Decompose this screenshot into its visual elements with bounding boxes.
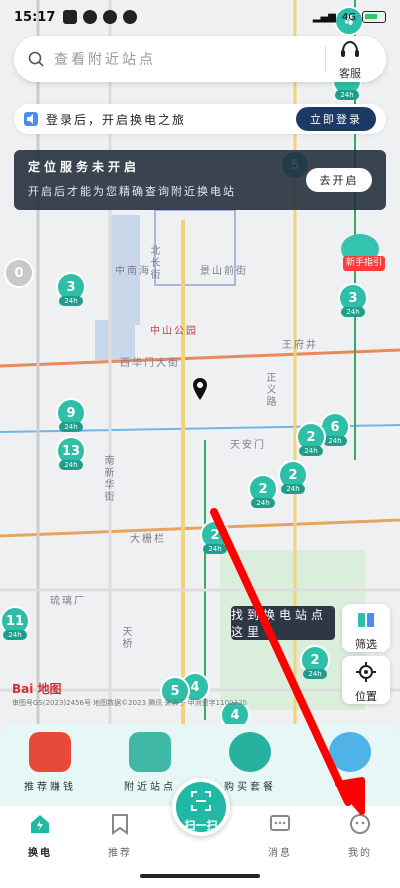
station-tag: 24h: [299, 446, 323, 456]
status-bar: 15:17 ▂▄▆ 4G: [0, 0, 400, 34]
station-tag: 24h: [251, 498, 275, 508]
map-label: 琉璃厂: [50, 596, 86, 607]
station-tag: 24h: [203, 544, 227, 554]
bookmark-icon: [112, 814, 128, 835]
scan-label: 扫一扫: [184, 819, 218, 832]
locate-button[interactable]: 位置: [342, 656, 390, 704]
search-placeholder: 查看附近站点: [54, 52, 156, 68]
station-marker[interactable]: 2 24h: [248, 474, 278, 510]
map-label: 天桥: [120, 626, 131, 650]
map-label: 景山前街: [200, 266, 248, 277]
station-marker[interactable]: 2 24h: [296, 422, 326, 458]
station-tag: 24h: [59, 422, 83, 432]
newbie-guide-badge[interactable]: 新手指引: [333, 234, 385, 272]
station-marker[interactable]: 2 24h: [278, 460, 308, 496]
map-label: 南新华街: [102, 455, 113, 503]
search-divider: [325, 46, 326, 72]
notification-icons: [63, 10, 138, 24]
station-tag: 24h: [59, 296, 83, 306]
station-marker[interactable]: 3 24h: [338, 283, 368, 319]
battery-icon: [362, 11, 386, 23]
search-bar[interactable]: 查看附近站点 客服: [14, 36, 386, 82]
station-tag: 24h: [341, 307, 365, 317]
filter-button[interactable]: 筛选: [342, 604, 390, 652]
home-icon: [31, 815, 49, 833]
map-copyright: 审图号GS(2023)2456号 地图数据©2023 腾讯 来源于 甲测资字11…: [12, 699, 247, 707]
home-indicator: [140, 874, 260, 878]
customer-service-button[interactable]: 客服: [330, 39, 370, 81]
network-label: 4G: [341, 11, 356, 23]
baidu-logo: Bai 地图: [12, 682, 62, 696]
location-pin-icon: [193, 378, 207, 400]
login-banner-text: 登录后，开启换电之旅: [46, 112, 187, 127]
map-label: 正义路: [264, 372, 275, 408]
station-tag: 24h: [323, 436, 347, 446]
road-chang-an: [0, 348, 400, 368]
station-tag: 24h: [3, 630, 27, 640]
station-marker[interactable]: 11 24h: [0, 606, 30, 642]
station-marker[interactable]: 2 24h: [200, 520, 230, 556]
station-tooltip: 找到换电站点这里: [231, 606, 335, 640]
mascot-icon: [229, 732, 271, 772]
nav-profile[interactable]: 我的: [320, 806, 400, 888]
guide-label: 新手指引: [343, 256, 385, 271]
station-marker[interactable]: 13 24h: [56, 436, 86, 472]
enable-location-button[interactable]: 去开启: [306, 168, 372, 192]
login-banner: 登录后，开启换电之旅 立即登录: [14, 104, 386, 134]
map-label: 天安门: [230, 440, 266, 451]
station-marker[interactable]: 2 24h: [300, 645, 330, 681]
search-icon: [28, 51, 44, 67]
customer-service-label: 客服: [339, 67, 361, 80]
nav-swap[interactable]: 换电: [0, 806, 80, 888]
status-right: ▂▄▆ 4G: [313, 11, 386, 23]
service-label: 推荐赚钱: [24, 782, 76, 793]
scan-button[interactable]: 扫一扫: [172, 778, 230, 836]
nav-label: 我的: [348, 848, 372, 859]
chat-notify-icon: [83, 10, 98, 24]
login-now-button[interactable]: 立即登录: [296, 107, 376, 131]
signal-icon: ▂▄▆: [312, 11, 336, 23]
message-notify-icon: [63, 10, 78, 24]
map-label: 王府井: [282, 340, 318, 351]
profile-icon: [350, 814, 370, 834]
map-label: 大栅栏: [130, 534, 166, 545]
battery-station-icon: [129, 732, 171, 772]
crosshair-icon: [356, 662, 376, 682]
message-icon: [270, 815, 290, 831]
nav-label: 换电: [28, 848, 52, 859]
station-count: 0: [4, 258, 34, 288]
station-tag: 24h: [335, 90, 359, 100]
headset-mascot-icon: [329, 732, 371, 772]
nav-label: 推荐: [108, 848, 132, 859]
service-support[interactable]: [310, 732, 390, 806]
station-tag: 24h: [281, 484, 305, 494]
station-marker[interactable]: 9 24h: [56, 398, 86, 434]
station-tag: 24h: [59, 460, 83, 470]
headset-icon: [341, 40, 359, 57]
service-refer-earn[interactable]: 推荐赚钱: [10, 732, 90, 806]
map-label: 西华门大街: [120, 358, 180, 369]
battery-filter-icon: [358, 613, 374, 627]
status-time: 15:17: [14, 9, 56, 25]
speaker-icon: [24, 112, 38, 126]
station-tag: 24h: [303, 669, 327, 679]
nav-label: 消息: [268, 848, 292, 859]
red-packet-icon: [29, 732, 71, 772]
map-label: 北长街: [148, 245, 159, 281]
station-marker[interactable]: 3 24h: [56, 272, 86, 308]
app-notify-icon: [103, 10, 118, 24]
map-label: 中山公园: [150, 326, 198, 337]
locate-label: 位置: [355, 690, 377, 703]
location-tip: 定位服务未开启 开启后才能为您精确查询附近换电站 去开启: [14, 150, 386, 210]
filter-label: 筛选: [355, 638, 377, 651]
check-notify-icon: [123, 10, 138, 24]
scan-icon: [191, 791, 211, 811]
station-marker[interactable]: 0: [4, 258, 34, 294]
